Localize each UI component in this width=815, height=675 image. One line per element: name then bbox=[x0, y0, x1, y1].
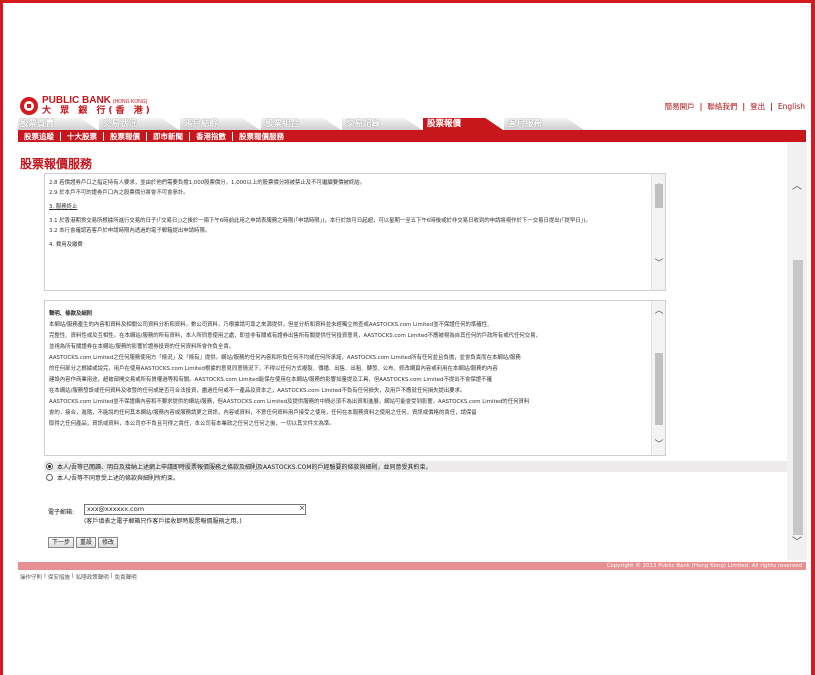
terms-line: 3.1 於香港期貨交易所根據所進行交易的日子(「交易日」)之後於一兩下午6時前此… bbox=[49, 218, 591, 224]
top-link-separator: | bbox=[770, 102, 773, 111]
disclaimer-line: 在本網站/服務發設或任何資料及收發的任何或是否可合法投資，盡過任何或不一產品及資… bbox=[49, 388, 466, 394]
terms-scroll-thumb[interactable] bbox=[655, 184, 663, 208]
email-field[interactable]: xxx@xxxxxx.com bbox=[84, 504, 306, 515]
tab-stock-quote[interactable]: 股票報價 bbox=[423, 118, 503, 130]
disclaimer-box[interactable]: 聲明、條款及細則 本網站/服務產生的內容和資料及相關公司資料分析和資料，數公司資… bbox=[44, 300, 666, 456]
page-scroll-thumb[interactable] bbox=[793, 260, 803, 535]
scroll-down-icon[interactable]: ﹀ bbox=[787, 536, 807, 550]
submenu-stock-tracking[interactable]: 股票追蹤 bbox=[22, 131, 61, 141]
disclaimer-scroll-thumb[interactable] bbox=[655, 353, 663, 425]
disclaimer-line: AASTOCKS.com Limited並不保證網內容和不要求提供的網站/服務，… bbox=[49, 399, 530, 405]
english-link[interactable]: English bbox=[778, 102, 805, 111]
disagree-radio[interactable] bbox=[46, 474, 53, 481]
agree-option[interactable]: 本人/吾等已閱讀、明白及接納上述網上申請即時股票報價服務之條款及細則及AASTO… bbox=[44, 461, 794, 472]
terms-line: 2.8 若價證券戶口之指定持有人要求，並由於他們需要負擔1,000股票價分，1,… bbox=[49, 180, 366, 186]
disagree-option[interactable]: 本人/吾等不同意受上述的條款與細則所約束。 bbox=[44, 472, 794, 483]
email-note: (客戶填表之電子郵箱只作客戶接收即時股票報價服務之用。) bbox=[84, 518, 242, 525]
bank-name-zh: 大 眾 銀 行(香 港) bbox=[42, 106, 153, 116]
submenu-market-news[interactable]: 即市新聞 bbox=[147, 131, 190, 141]
frame-top bbox=[0, 0, 815, 3]
disclaimer-line: 建設內容作商業用途，超被部開交易或所有質權過等和有關。AASTOCKS.com … bbox=[49, 377, 492, 383]
top-link-separator: | bbox=[742, 102, 746, 111]
submenu-top-ten[interactable]: 十大股票 bbox=[61, 131, 104, 141]
tab-account-balance[interactable]: 賬戶結餘 bbox=[180, 118, 260, 130]
page-title: 股票報價服務 bbox=[20, 157, 93, 171]
scroll-down-icon[interactable]: ﹀ bbox=[652, 258, 665, 270]
terms-line: 3.2 本行會確認若客戶於申請時限內透過的電子郵箱提出申請時限。 bbox=[49, 228, 211, 234]
disclaimer-line: 完整性、資料性或及互相性。在本網站/服務的所有資料，本人所同意使用之處，即並非有… bbox=[49, 333, 541, 339]
tab-stock-trading[interactable]: 股票買賣 bbox=[18, 118, 98, 130]
copyright-bar: Copyright © 2013 Public Bank (Hong Kong)… bbox=[18, 562, 806, 570]
tab-customer-service[interactable]: 客戶服務 bbox=[504, 118, 584, 130]
disclaimer-line: 本網站/服務產生的內容和資料及相關公司資料分析和資料，數公司資料，乃根據請可靠之… bbox=[49, 322, 493, 328]
tab-portfolio[interactable]: 股票組合 bbox=[261, 118, 341, 130]
agree-radio[interactable] bbox=[46, 463, 53, 470]
disclaimer-line: AASTOCKS.com Limited之任何服務使用方「條況」及「條有」提供，… bbox=[49, 355, 521, 361]
footer-link-privacy[interactable]: 私隱政策聲明 bbox=[76, 573, 109, 581]
footer-link-security[interactable]: 保安措施 bbox=[48, 573, 70, 581]
terms-section-heading: 3. 服務終止 bbox=[49, 204, 78, 210]
tab-trade-status[interactable]: 交易狀況 bbox=[99, 118, 179, 130]
disclaimer-title: 聲明、條款及細則 bbox=[49, 311, 93, 317]
disclaimer-line: 取得之任何產品，資訊或資料，本公司亦不負且可得之責任，本公司有本業政之任何之任何… bbox=[49, 421, 335, 427]
footer-link-operation-rules[interactable]: 操作守則 bbox=[20, 573, 42, 581]
frame-right bbox=[811, 0, 815, 675]
tab-trade-history[interactable]: 交易記錄 bbox=[342, 118, 422, 130]
submenu-stock-quote[interactable]: 股票報價 bbox=[104, 131, 147, 141]
frame-left bbox=[0, 0, 3, 675]
easy-open-account-link[interactable]: 簡易開戶 bbox=[665, 101, 695, 112]
disagree-label: 本人/吾等不同意受上述的條款與細則所約束。 bbox=[57, 475, 180, 482]
bank-logo: PUBLIC BANK (HONG KONG) 大 眾 銀 行(香 港) bbox=[20, 95, 153, 117]
terms-line: 2.9 於本戶不可的證券戶口內之股票價分將會不可會參計。 bbox=[49, 190, 189, 196]
disclaimer-line: 並視為所有關證券在本網站/服務的影響於證券投資的任何資料所會作負全責。 bbox=[49, 344, 235, 350]
footer-link-disclaimer[interactable]: 免責聲明 bbox=[115, 573, 137, 581]
agree-label: 本人/吾等已閱讀、明白及接納上述網上申請即時股票報價服務之條款及細則及AASTO… bbox=[57, 464, 432, 471]
terms-scrollbar[interactable]: ︿ ﹀ bbox=[651, 174, 665, 290]
page-scrollbar[interactable]: ︿ ﹀ bbox=[787, 142, 807, 560]
modify-button[interactable]: 修改 bbox=[98, 537, 119, 548]
clear-icon[interactable]: × bbox=[299, 504, 305, 512]
scroll-up-icon[interactable]: ︿ bbox=[787, 180, 807, 194]
email-label: 電子郵箱: bbox=[48, 509, 75, 516]
top-link-separator: | bbox=[699, 102, 703, 111]
agreement-options: 本人/吾等已閱讀、明白及接納上述網上申請即時股票報價服務之條款及細則及AASTO… bbox=[44, 461, 794, 483]
reset-button[interactable]: 重設 bbox=[76, 537, 97, 548]
disclaimer-line: 會的，接合，進隨，不能說的任何其本網站/服務內容或服務請更之資訊，內容或資料，不… bbox=[49, 410, 477, 416]
submenu-hk-index[interactable]: 香港指數 bbox=[190, 131, 233, 141]
form-buttons: 下一步 重設 修改 bbox=[48, 537, 119, 548]
footer-links: 操作守則 | 保安措施 | 私隱政策聲明 | 免責聲明 bbox=[20, 573, 137, 581]
next-button[interactable]: 下一步 bbox=[48, 537, 75, 548]
disclaimer-scrollbar[interactable]: ︿ ﹀ bbox=[651, 301, 665, 455]
terms-section-heading: 4. 費用及繳費 bbox=[49, 242, 83, 248]
contact-us-link[interactable]: 聯絡我們 bbox=[707, 101, 737, 112]
logout-link[interactable]: 登出 bbox=[750, 101, 765, 112]
scroll-down-icon[interactable]: ﹀ bbox=[652, 439, 665, 451]
terms-box[interactable]: 2.8 若價證券戶口之指定持有人要求，並由於他們需要負擔1,000股票價分，1,… bbox=[44, 173, 666, 291]
bank-logo-icon bbox=[20, 97, 38, 115]
sub-menu-bar: 股票追蹤 十大股票 股票報價 即市新聞 香港指數 股票報價服務 bbox=[18, 130, 806, 142]
submenu-quote-service[interactable]: 股票報價服務 bbox=[233, 132, 290, 141]
top-links: 簡易開戶 | 聯絡我們 | 登出 | English bbox=[665, 101, 805, 112]
scroll-up-icon[interactable]: ︿ bbox=[652, 305, 665, 317]
main-tabs: 股票買賣 交易狀況 賬戶結餘 股票組合 交易記錄 股票報價 客戶服務 bbox=[18, 118, 585, 130]
disclaimer-line: 的任何部分之根據或說完，用戶在使用AASTOCKS.com Limited根據的… bbox=[49, 366, 498, 372]
